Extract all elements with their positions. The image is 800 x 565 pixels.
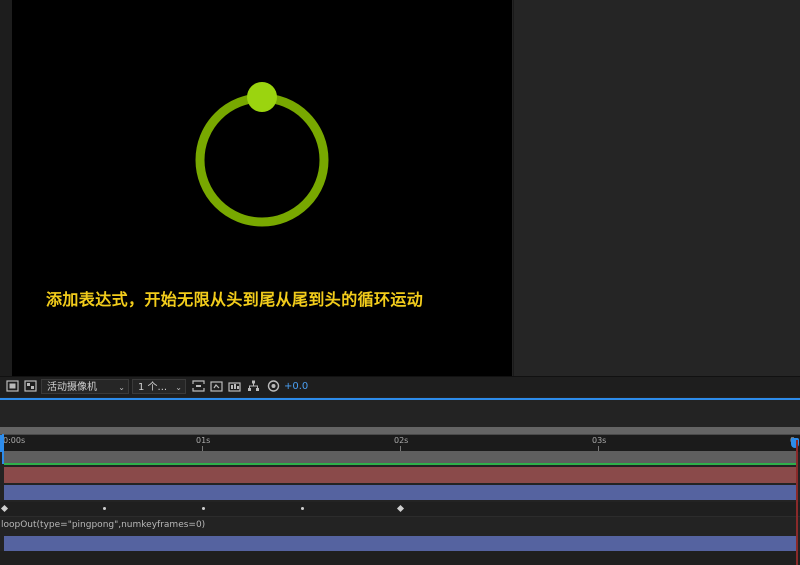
orbit-dot	[247, 82, 277, 112]
exposure-reset-icon[interactable]	[267, 380, 280, 392]
layer-green-line	[4, 463, 796, 465]
exposure-value[interactable]: +0.0	[284, 380, 308, 394]
keyframe-row	[0, 502, 800, 516]
ruler-label-0: 0:00s	[3, 436, 26, 445]
ruler-label-3: 03s	[592, 436, 607, 445]
layer-bar-gray[interactable]	[4, 451, 796, 463]
view-layout-label: 1 个...	[138, 382, 168, 393]
expression-text[interactable]: loopOut(type="pingpong",numkeyframes=0)	[1, 520, 205, 530]
layer-bar-blue-2[interactable]	[4, 536, 796, 551]
viewer-canvas	[195, 82, 329, 227]
keyframe-diamond[interactable]	[396, 504, 405, 513]
timeline-bottom-row	[0, 551, 800, 565]
keyframe-dot[interactable]	[301, 507, 304, 510]
transparency-grid-icon[interactable]	[24, 380, 37, 392]
show-snapshot-icon[interactable]	[228, 380, 241, 392]
time-ruler[interactable]: 0:00s 01s 02s 03s 0	[0, 434, 800, 452]
layer-bar-blue[interactable]	[4, 485, 796, 500]
keyframe-dot[interactable]	[103, 507, 106, 510]
layer-bar-red[interactable]	[4, 467, 796, 483]
fast-preview-icon[interactable]	[192, 380, 205, 392]
right-panel	[513, 0, 800, 376]
ruler-label-1: 01s	[196, 436, 211, 445]
expression-row[interactable]: loopOut(type="pingpong",numkeyframes=0)	[0, 516, 800, 535]
ruler-label-2: 02s	[394, 436, 409, 445]
keyframe-dot[interactable]	[202, 507, 205, 510]
region-of-interest-icon[interactable]	[6, 380, 19, 392]
chevron-down-icon: ⌄	[118, 383, 125, 392]
work-area-bar[interactable]	[0, 427, 800, 434]
timeline-header	[0, 400, 800, 427]
playhead-line	[2, 434, 4, 464]
composition-viewer[interactable]: 添加表达式，开始无限从头到尾从尾到头的循环运动	[12, 0, 512, 376]
flowchart-icon[interactable]	[247, 380, 260, 392]
camera-view-dropdown[interactable]: 活动摄像机 ⌄	[41, 379, 129, 394]
chevron-down-icon: ⌄	[175, 383, 182, 392]
keyframe-diamond[interactable]	[0, 504, 9, 513]
orbit-ring	[195, 93, 329, 227]
comp-end-line	[796, 440, 798, 565]
left-panel-strip	[0, 0, 12, 376]
view-layout-dropdown[interactable]: 1 个... ⌄	[132, 379, 186, 394]
camera-view-label: 活动摄像机	[47, 382, 97, 393]
viewer-toolbar: 活动摄像机 ⌄ 1 个... ⌄ +0.0	[0, 376, 800, 397]
snapshot-icon[interactable]	[210, 380, 223, 392]
viewer-caption: 添加表达式，开始无限从头到尾从尾到头的循环运动	[46, 290, 424, 309]
